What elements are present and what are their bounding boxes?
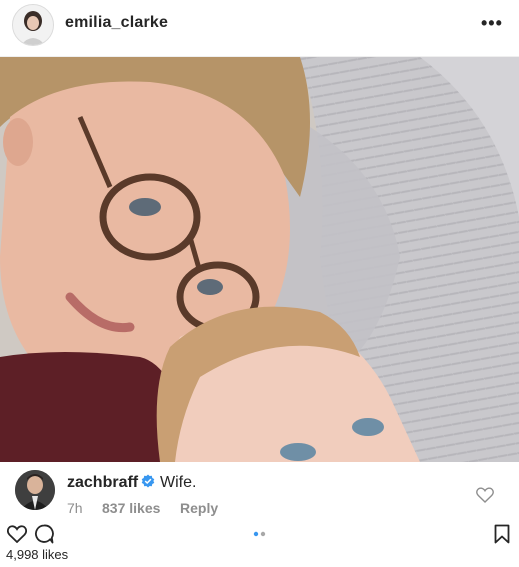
comment-text: Wife.	[160, 474, 197, 491]
verified-badge-icon	[141, 474, 155, 488]
comment-like-heart-icon[interactable]	[476, 487, 494, 503]
comment-timestamp: 7h	[67, 500, 83, 516]
commenter-username[interactable]: zachbraff	[67, 474, 138, 492]
commenter-avatar-image	[15, 470, 55, 510]
commenter-avatar[interactable]	[15, 470, 55, 510]
author-avatar-image	[13, 5, 53, 45]
carousel-dot-inactive	[260, 531, 266, 537]
post-header: emilia_clarke •••	[0, 0, 519, 57]
comment-bubble-icon[interactable]	[34, 524, 54, 544]
carousel-indicator	[253, 531, 266, 537]
more-options-icon[interactable]: •••	[481, 13, 507, 33]
like-heart-icon[interactable]	[7, 525, 27, 543]
author-avatar[interactable]	[12, 4, 54, 46]
reply-button[interactable]: Reply	[180, 500, 218, 516]
post-like-count[interactable]: 4,998 likes	[6, 547, 68, 562]
author-username[interactable]: emilia_clarke	[65, 14, 168, 32]
comment-like-count[interactable]: 837 likes	[102, 500, 160, 516]
comment-row: zachbraff Wife. 7h 837 likes Reply	[0, 465, 519, 520]
post-actions-bar	[0, 520, 519, 546]
carousel-dot-active	[253, 531, 259, 537]
bookmark-icon[interactable]	[494, 524, 510, 544]
selfie-photo-illustration	[0, 57, 519, 462]
post-photo[interactable]	[0, 57, 519, 462]
